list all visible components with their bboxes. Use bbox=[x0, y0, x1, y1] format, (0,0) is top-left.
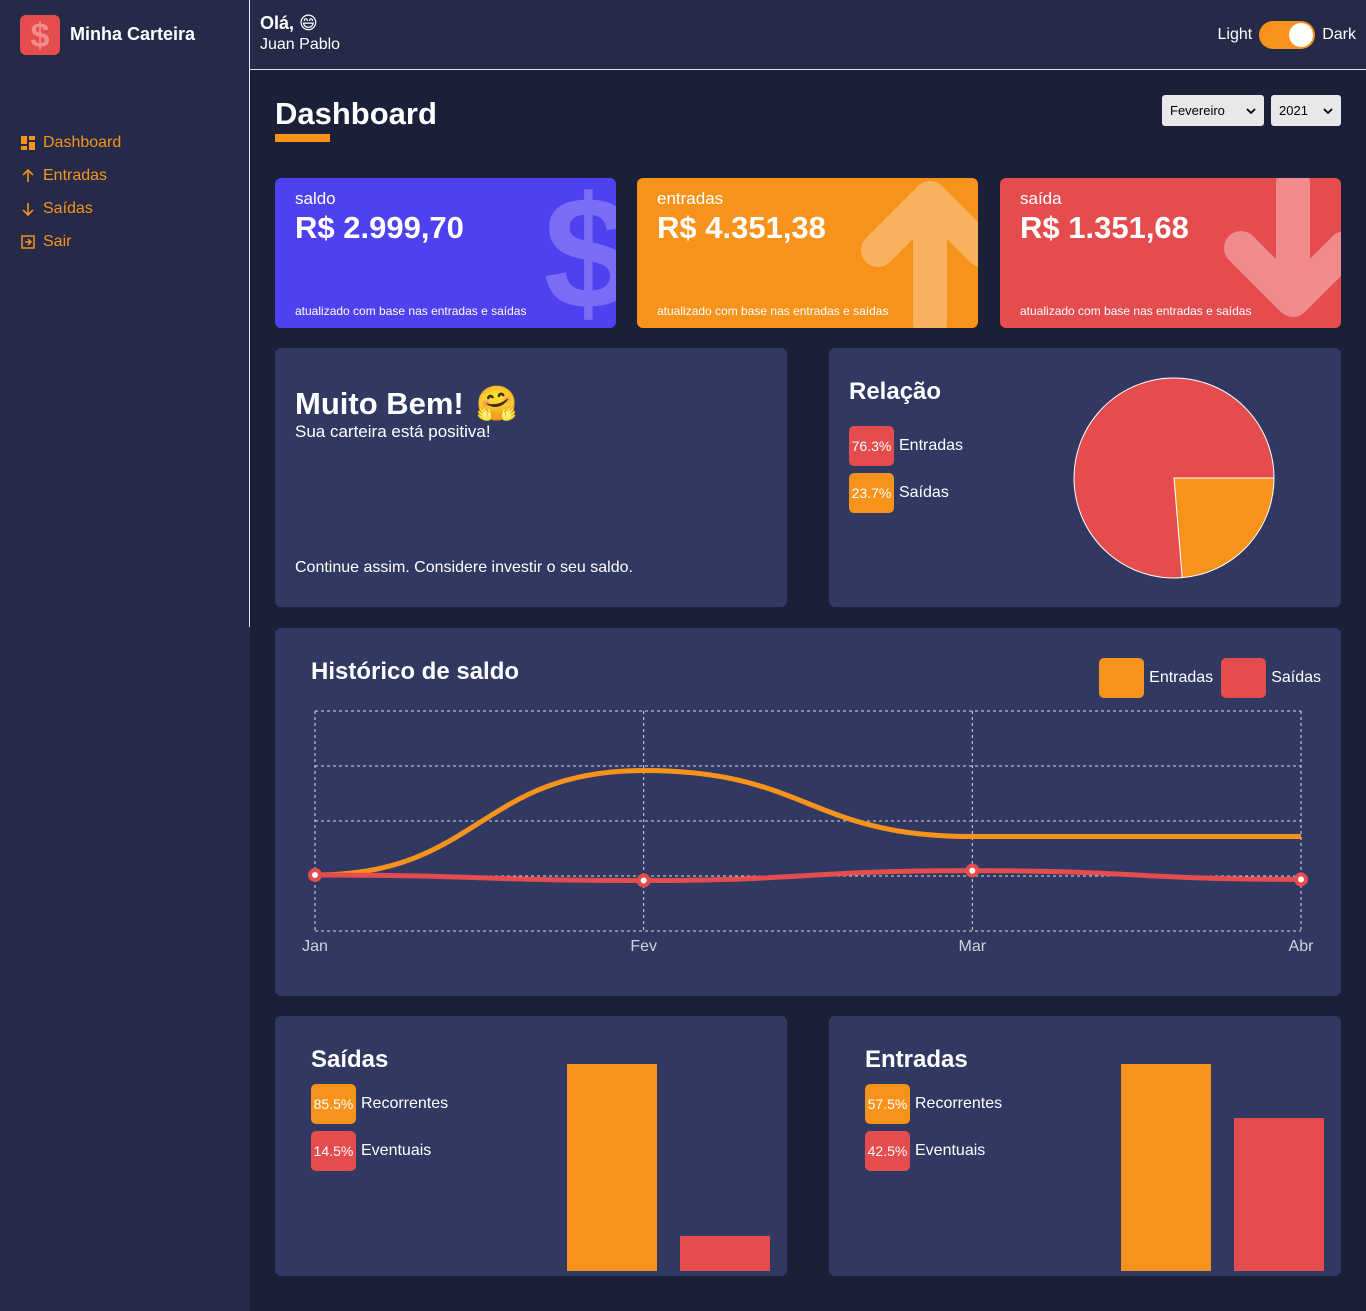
page-title: Dashboard bbox=[275, 96, 437, 131]
data-point bbox=[1294, 872, 1308, 887]
theme-toggle[interactable] bbox=[1259, 21, 1316, 49]
x-tick-label: Abr bbox=[1289, 938, 1315, 955]
sidebar-item-sair[interactable]: Sair bbox=[20, 225, 121, 258]
year-select[interactable]: 2021 bbox=[1271, 95, 1341, 126]
wallet-title: saldo bbox=[295, 189, 336, 208]
legend-label: Saídas bbox=[899, 484, 949, 501]
sidebar-divider bbox=[249, 0, 250, 627]
sidebar-item-saidas[interactable]: Saídas bbox=[20, 192, 121, 225]
wallet-footer: atualizado com base nas entradas e saída… bbox=[1020, 304, 1252, 318]
username: Juan Pablo bbox=[260, 36, 341, 53]
series-line-saídas bbox=[314, 868, 1302, 884]
bar-recorrentes bbox=[1121, 1064, 1211, 1271]
wallet-footer: atualizado com base nas entradas e saída… bbox=[295, 304, 527, 318]
x-tick-label: Mar bbox=[959, 938, 987, 955]
toggle-knob bbox=[1289, 23, 1314, 47]
series-line-entradas bbox=[314, 767, 1301, 878]
sidebar-item-label: Sair bbox=[43, 232, 72, 250]
logo-icon: $ bbox=[20, 15, 60, 55]
wallet-amount: R$ 1.351,68 bbox=[1020, 210, 1189, 245]
wallet-title: saída bbox=[1020, 189, 1062, 208]
message-subtitle: Sua carteira está positiva! bbox=[295, 422, 491, 441]
hug-emoji-icon: 🤗 bbox=[475, 385, 519, 423]
x-tick-label: Jan bbox=[302, 938, 328, 955]
chevron-down-icon bbox=[1323, 107, 1333, 114]
legend-percent: 76.3% bbox=[849, 426, 894, 466]
wallet-footer: atualizado com base nas entradas e saída… bbox=[657, 304, 889, 318]
legend-percent: 23.7% bbox=[849, 473, 894, 513]
pie-chart bbox=[1073, 377, 1275, 579]
line-chart: Jan Fev Mar Abr bbox=[302, 710, 1315, 955]
wallet-amount: R$ 4.351,38 bbox=[657, 210, 826, 245]
relation-title: Relação bbox=[849, 378, 942, 405]
wallet-title: entradas bbox=[657, 189, 724, 208]
chevron-down-icon bbox=[1246, 107, 1256, 114]
arrow-down-icon bbox=[22, 202, 34, 216]
toggle-dark-label: Dark bbox=[1322, 26, 1356, 43]
wallet-box-saldo: $ saldo R$ 2.999,70 atualizado com base … bbox=[275, 178, 616, 328]
app-name: Minha Carteira bbox=[70, 24, 196, 44]
sidebar-item-dashboard[interactable]: Dashboard bbox=[20, 126, 121, 159]
history-card: Histórico de saldo Entradas Saídas Jan Fe… bbox=[275, 628, 1341, 996]
svg-text:$: $ bbox=[546, 178, 616, 328]
bar-chart bbox=[567, 1064, 770, 1271]
data-point bbox=[308, 868, 322, 882]
wallet-box-entradas: entradas R$ 4.351,38 atualizado com base… bbox=[637, 178, 978, 328]
sidebar-item-label: Entradas bbox=[43, 166, 108, 184]
month-select-value: Fevereiro bbox=[1170, 103, 1225, 118]
x-tick-label: Fev bbox=[630, 938, 657, 955]
message-card: Muito Bem! 🤗 Sua carteira está positiva!… bbox=[275, 348, 787, 607]
message-title-text: Muito Bem! bbox=[295, 386, 464, 421]
entradas-bar-card: Entradas 57.5% Recorrentes 42.5% Eventua… bbox=[829, 1016, 1341, 1276]
message-footer: Continue assim. Considere investir o seu… bbox=[295, 559, 633, 576]
toggle-light-label: Light bbox=[1217, 26, 1253, 43]
exit-icon bbox=[21, 234, 35, 249]
title-underline bbox=[275, 134, 330, 142]
relation-card: Relação 76.3% Entradas 23.7% Saídas bbox=[829, 348, 1341, 607]
legend-item: 76.3% Entradas bbox=[849, 426, 963, 466]
sidebar-menu: Dashboard Entradas Saídas Sair bbox=[20, 126, 121, 258]
legend-label: Entradas bbox=[899, 437, 964, 454]
message-title: Muito Bem! 🤗 bbox=[295, 384, 518, 424]
sidebar-item-entradas[interactable]: Entradas bbox=[20, 159, 121, 192]
greeting: Olá, 😄 bbox=[260, 13, 318, 33]
sidebar-item-label: Saídas bbox=[43, 199, 93, 217]
bar-eventuais bbox=[1234, 1118, 1324, 1271]
month-select[interactable]: Fevereiro bbox=[1162, 95, 1264, 126]
year-select-value: 2021 bbox=[1279, 103, 1308, 118]
svg-text:$: $ bbox=[31, 18, 50, 52]
sidebar: $ Minha Carteira Dashboard Entradas Saíd… bbox=[0, 0, 250, 1311]
data-point bbox=[965, 863, 980, 878]
wallet-box-saida: saída R$ 1.351,68 atualizado com base na… bbox=[1000, 178, 1341, 328]
arrow-up-icon bbox=[22, 168, 34, 182]
dashboard-icon bbox=[21, 135, 35, 150]
legend-item: 23.7% Saídas bbox=[849, 473, 949, 513]
theme-toggle-group: Light Dark bbox=[1218, 21, 1356, 49]
saidas-bar-card: Saídas 85.5% Recorrentes 14.5% Eventuais bbox=[275, 1016, 787, 1276]
wallet-amount: R$ 2.999,70 bbox=[295, 210, 464, 245]
data-point bbox=[636, 873, 651, 888]
sidebar-item-label: Dashboard bbox=[43, 133, 122, 151]
bar-eventuais bbox=[680, 1235, 770, 1271]
header: Olá, 😄 Juan Pablo Light Dark bbox=[250, 0, 1366, 70]
bar-recorrentes bbox=[567, 1064, 657, 1271]
pie-slice-saídas bbox=[1173, 477, 1275, 579]
bar-chart bbox=[1121, 1064, 1324, 1271]
dollar-icon: $ bbox=[546, 178, 616, 328]
